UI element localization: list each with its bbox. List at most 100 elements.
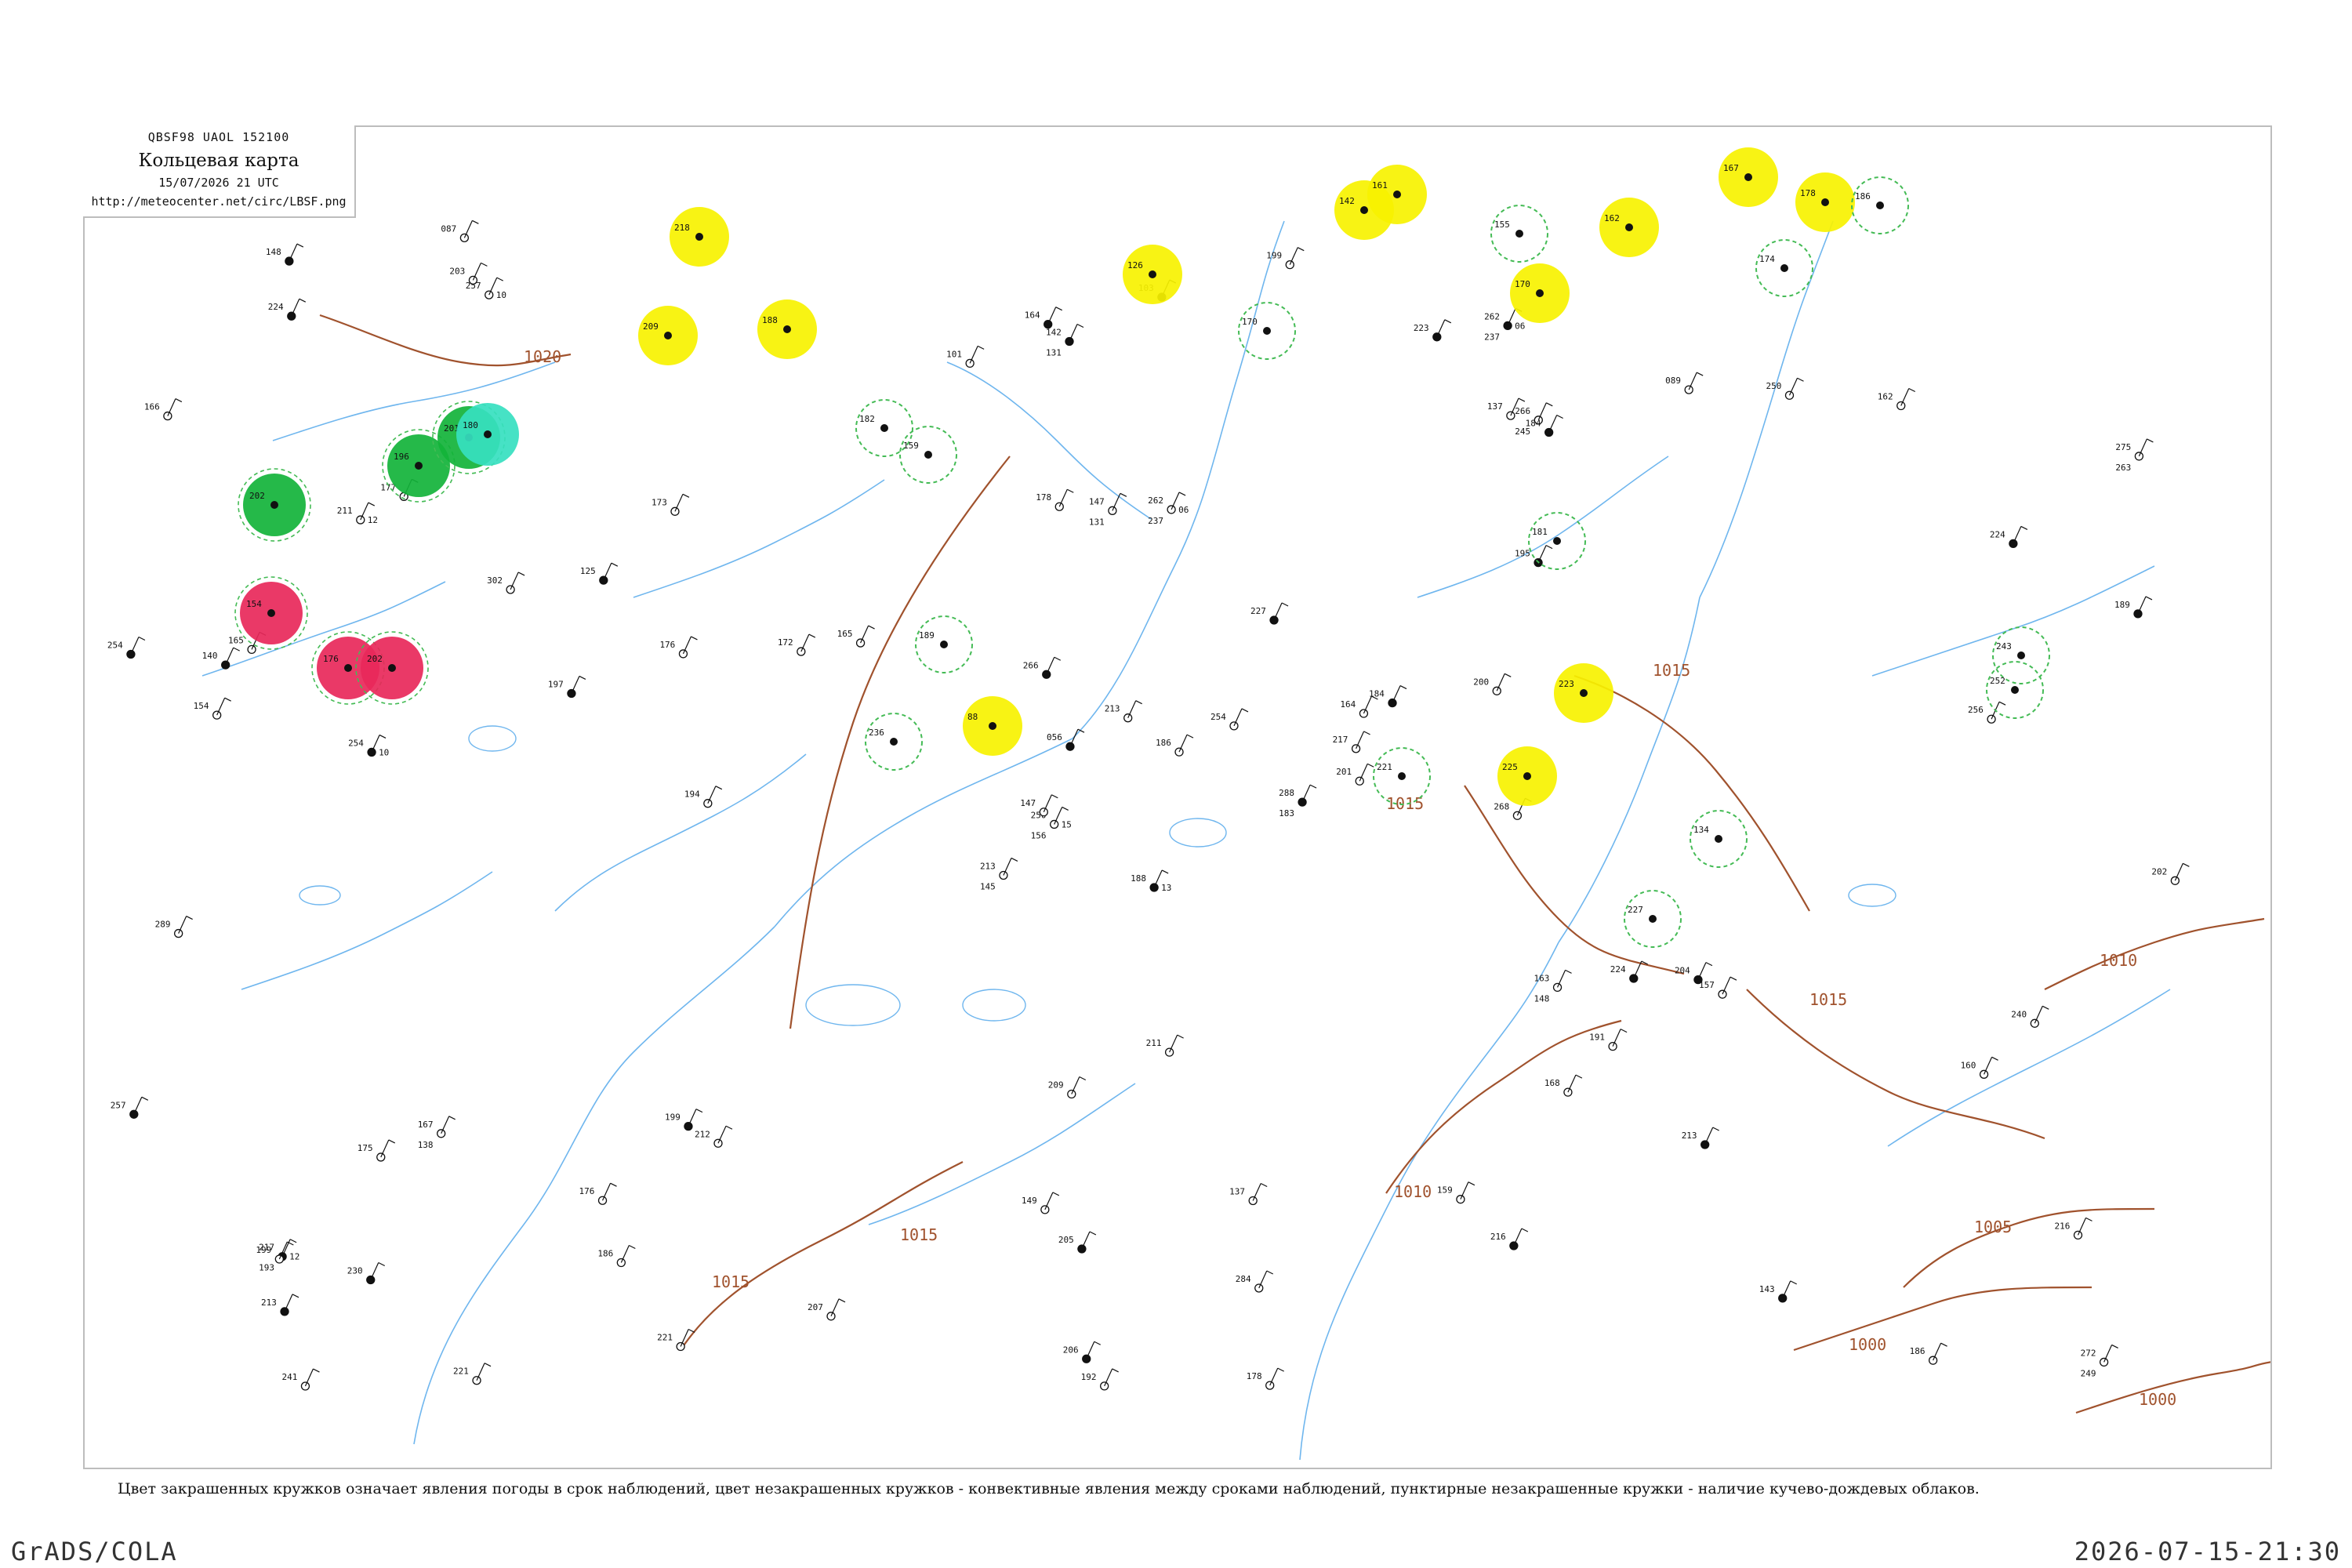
station-pressure: 175 <box>358 1143 373 1153</box>
station-tendency: 10 <box>496 290 506 300</box>
station-marker <box>1506 411 1515 420</box>
wind-barb <box>2138 438 2147 457</box>
station-pressure: 199 <box>1266 251 1282 261</box>
wind-barb-feather <box>2147 438 2154 443</box>
station-plot: 275 263 <box>2115 438 2154 473</box>
weather-circle-fog_haze: 88 <box>963 696 1022 756</box>
station-pressure: 165 <box>837 629 853 639</box>
wind-barb <box>289 243 298 262</box>
station-marker <box>1715 835 1722 843</box>
wind-barb <box>1933 1342 1942 1361</box>
station-pressure: 159 <box>1437 1185 1453 1196</box>
wind-barb <box>133 1097 143 1115</box>
station-pressure: 137 <box>1487 401 1503 412</box>
station-pressure: 168 <box>1544 1078 1560 1088</box>
station-plot: 254 <box>1210 708 1249 731</box>
wind-barb-feather <box>1797 377 1804 382</box>
wind-barb-feather <box>1177 1034 1184 1039</box>
synoptic-map: 1020101510151015101510151010101010051000… <box>107 147 2270 1461</box>
wind-barb <box>1513 1228 1523 1247</box>
circle-pressure-label: 218 <box>674 223 690 233</box>
station-plot: 213 <box>261 1294 299 1316</box>
station-plot: 302 <box>487 572 525 594</box>
wind-barb <box>291 298 300 317</box>
station-marker <box>695 233 703 241</box>
wind-barb <box>380 1139 390 1158</box>
station-marker <box>855 638 866 648</box>
wind-barb <box>1112 493 1121 511</box>
station-pressure: 212 <box>695 1129 710 1139</box>
station-plot: 216 <box>2055 1217 2092 1240</box>
station-pressure: 164 <box>1025 310 1040 321</box>
wind-barb-feather <box>1545 545 1553 550</box>
circle-pressure-label: 221 <box>1377 762 1392 772</box>
circle-pressure-label: 202 <box>249 491 265 501</box>
wind-barb-feather <box>292 1294 299 1298</box>
station-marker <box>388 664 396 672</box>
wind-barb-feather <box>484 1363 492 1367</box>
wind-barb <box>571 676 580 694</box>
isobar-line <box>1746 989 2045 1140</box>
station-pressure: 173 <box>652 497 667 507</box>
bulletin-code: QBSF98 UAOL 152100 <box>147 130 290 144</box>
wind-barb <box>2137 596 2147 615</box>
station-pressure: 194 <box>684 789 700 800</box>
weather-circle-fog_haze: 167 <box>1719 147 1778 207</box>
river-line <box>774 738 1073 927</box>
wind-barb-feather <box>448 1116 456 1120</box>
wind-barb <box>688 1109 697 1127</box>
weather-circle-cumulonimbus: 227 <box>1624 890 1682 948</box>
circle-pressure-label: 142 <box>1339 196 1355 206</box>
wind-barb-feather <box>1504 673 1512 677</box>
render-timestamp: 2026-07-15-21:30 <box>2074 1537 2341 1566</box>
circle-pressure-label: 252 <box>1990 676 2005 686</box>
station-pressure: 089 <box>1665 376 1681 386</box>
station-temperature: 237 <box>1148 516 1163 526</box>
station-pressure: 162 <box>1878 391 1893 401</box>
station-pressure: 230 <box>347 1265 363 1276</box>
station-plot: 143 <box>1759 1280 1797 1303</box>
station-pressure: 254 <box>1210 712 1226 722</box>
isobar-label: 1005 <box>1974 1218 2012 1236</box>
station-pressure: 163 <box>1534 973 1550 983</box>
map-source-link[interactable]: http://meteocenter.net/circ/LBSF.png <box>83 194 354 209</box>
station-temperature: 145 <box>980 881 996 891</box>
station-plot: 188 13 <box>1131 869 1171 893</box>
circle-pressure-label: 202 <box>367 654 383 664</box>
circle-pressure-label: 170 <box>1242 317 1258 327</box>
circle-pressure-label: 186 <box>1855 191 1871 201</box>
circle-pressure-label: 209 <box>643 321 659 332</box>
weather-circle-cumulonimbus: 155 <box>1490 205 1548 263</box>
wind-barb <box>370 1262 379 1280</box>
river-line <box>1299 942 1559 1461</box>
station-marker <box>247 644 256 655</box>
isobar-label: 1020 <box>524 347 561 366</box>
wind-barb-feather <box>1790 1280 1797 1285</box>
station-tendency: 06 <box>1178 505 1189 515</box>
station-marker <box>1580 689 1588 697</box>
station-tendency: 13 <box>1161 883 1171 893</box>
station-pressure: 149 <box>1022 1196 1037 1206</box>
station-pressure: 211 <box>337 506 353 516</box>
station-plot: 230 <box>347 1261 386 1285</box>
wind-barb-feather <box>517 572 525 576</box>
station-pressure: 206 <box>1063 1345 1079 1355</box>
station-pressure: 272 <box>2081 1348 2096 1358</box>
station-plot: 162 <box>1878 387 1916 411</box>
circle-pressure-label: 188 <box>762 315 778 325</box>
wind-barb-feather <box>715 786 723 790</box>
station-marker <box>1393 191 1401 198</box>
wind-barb <box>1704 1127 1714 1145</box>
station-plot: 227 <box>1250 602 1289 625</box>
station-tendency: 12 <box>289 1252 299 1262</box>
wind-barb-feather <box>1367 763 1374 768</box>
wind-barb-feather <box>1730 976 1737 981</box>
wind-barb <box>717 1126 727 1144</box>
wind-barb <box>1289 247 1298 265</box>
station-pressure: 257 <box>111 1100 126 1110</box>
station-marker <box>1821 198 1829 206</box>
station-plot: 164 <box>1340 695 1378 718</box>
station-pressure: 254 <box>348 738 364 748</box>
wind-barb <box>620 1245 630 1263</box>
station-pressure: 166 <box>144 402 160 412</box>
